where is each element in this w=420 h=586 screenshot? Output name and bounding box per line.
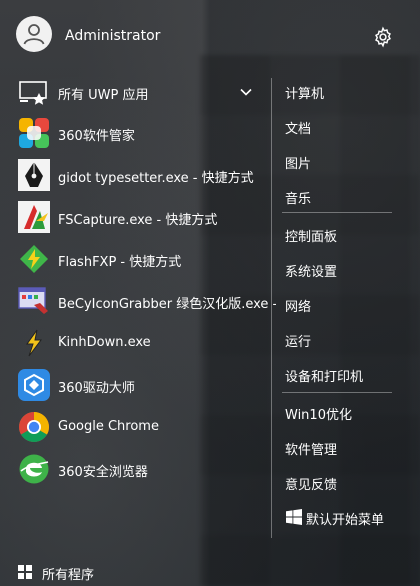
app-item[interactable]: Google Chrome — [14, 408, 260, 446]
360-driver-master-icon — [18, 369, 50, 401]
kinhdown-icon — [26, 329, 42, 357]
chrome-icon — [18, 412, 50, 443]
start-menu-header: Administrator — [0, 0, 420, 72]
flashfxp-icon — [20, 245, 48, 273]
app-item[interactable]: FlashFXP - 快捷方式 — [14, 240, 260, 278]
right-item-computer[interactable]: 计算机 — [285, 83, 324, 102]
windows-logo-icon — [286, 509, 302, 525]
icon-grabber-icon — [18, 287, 48, 314]
right-item-default-start-menu[interactable]: 默认开始菜单 — [306, 509, 384, 528]
all-programs-label: 所有程序 — [42, 568, 95, 583]
all-programs-button[interactable]: 所有程序 — [18, 563, 138, 583]
grid-icon — [18, 565, 32, 579]
uwp-apps-icon — [19, 81, 47, 105]
app-label: 360安全浏览器 — [58, 465, 148, 480]
app-label: Google Chrome — [58, 419, 159, 434]
app-label: gidot typesetter.exe - 快捷方式 — [58, 171, 254, 186]
app-label: BeCyIconGrabber 绿色汉化版.exe - 快 — [58, 297, 276, 312]
right-item-feedback[interactable]: 意见反馈 — [285, 474, 337, 493]
user-icon — [23, 24, 45, 45]
app-label: FlashFXP - 快捷方式 — [58, 255, 182, 270]
fscapture-icon — [18, 201, 50, 233]
chevron-down-icon[interactable] — [239, 85, 253, 99]
app-label: 360软件管家 — [58, 129, 135, 144]
360-browser-icon — [19, 454, 49, 484]
app-item[interactable]: FSCapture.exe - 快捷方式 — [14, 198, 260, 236]
app-item[interactable]: BeCyIconGrabber 绿色汉化版.exe - 快 — [14, 282, 276, 320]
right-item-devices-printers[interactable]: 设备和打印机 — [285, 366, 363, 385]
right-item-pictures[interactable]: 图片 — [285, 153, 311, 172]
app-label: FSCapture.exe - 快捷方式 — [58, 213, 218, 228]
right-item-software-management[interactable]: 软件管理 — [285, 439, 337, 458]
uwp-apps-label: 所有 UWP 应用 — [58, 88, 149, 103]
app-item[interactable]: gidot typesetter.exe - 快捷方式 — [14, 156, 260, 194]
app-item[interactable]: 360软件管家 — [14, 114, 260, 152]
user-avatar[interactable] — [16, 16, 52, 52]
pen-nib-icon — [18, 159, 50, 191]
app-item[interactable]: KinhDown.exe — [14, 324, 260, 362]
right-item-win10-optimize[interactable]: Win10优化 — [285, 404, 352, 423]
app-item[interactable]: 360安全浏览器 — [14, 450, 260, 488]
user-name[interactable]: Administrator — [65, 28, 160, 44]
right-item-music[interactable]: 音乐 — [285, 188, 311, 207]
right-item-documents[interactable]: 文档 — [285, 118, 311, 137]
app-item[interactable]: 360驱动大师 — [14, 366, 260, 404]
app-label: 360驱动大师 — [58, 381, 135, 396]
right-item-control-panel[interactable]: 控制面板 — [285, 226, 337, 245]
right-divider — [282, 392, 392, 393]
360-software-manager-icon — [19, 118, 49, 148]
right-item-system-settings[interactable]: 系统设置 — [285, 261, 337, 280]
right-item-network[interactable]: 网络 — [285, 296, 311, 315]
uwp-apps-toggle[interactable]: 所有 UWP 应用 — [14, 76, 260, 108]
right-item-run[interactable]: 运行 — [285, 331, 311, 350]
gear-icon[interactable] — [372, 26, 394, 48]
right-divider — [282, 212, 392, 213]
app-label: KinhDown.exe — [58, 335, 151, 350]
